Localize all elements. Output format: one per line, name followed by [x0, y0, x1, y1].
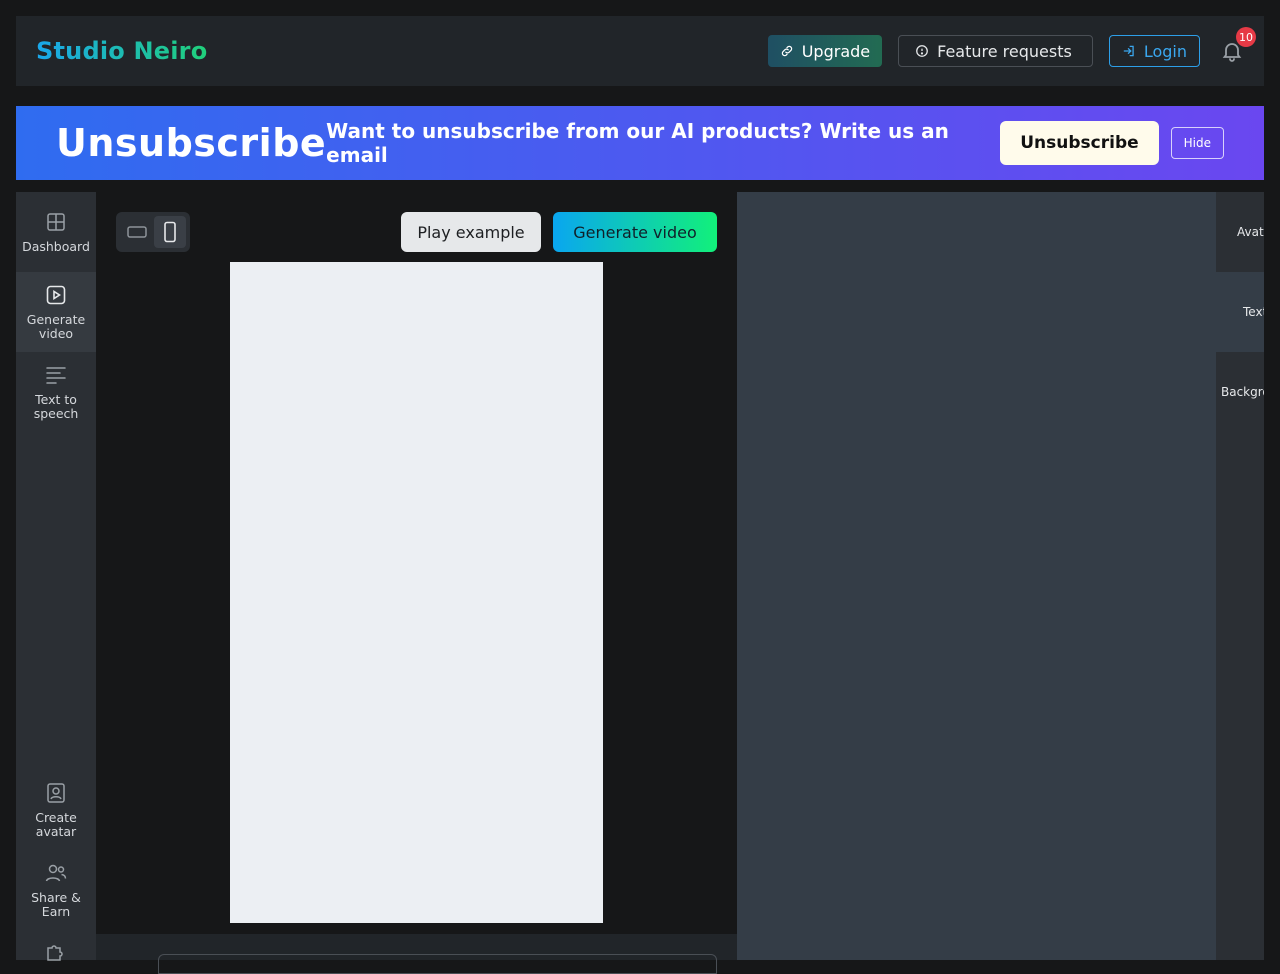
sidebar-item-label: Create avatar [35, 810, 77, 839]
brand-logo[interactable]: Studio Neiro [36, 37, 207, 65]
landscape-icon [126, 226, 147, 238]
play-example-button[interactable]: Play example [401, 212, 541, 252]
sidebar-item-text-to-speech[interactable]: Text to speech [16, 352, 96, 432]
portrait-option[interactable] [153, 216, 186, 248]
banner-text: Want to unsubscribe from our AI products… [326, 119, 949, 167]
upgrade-button[interactable]: Upgrade [767, 35, 883, 67]
play-square-icon [46, 285, 66, 305]
info-circle-icon [916, 45, 929, 57]
sidebar-item-create-avatar[interactable]: Create avatar [16, 770, 96, 850]
dashboard-icon [47, 213, 65, 231]
login-label: Login [1143, 41, 1187, 61]
link-icon [781, 45, 792, 57]
avatar-icon [47, 783, 65, 803]
header-actions: Upgrade Feature requests Login 10 [767, 27, 1256, 67]
sidebar-item-share-earn[interactable]: Share & Earn [16, 850, 96, 930]
tab-label: Avatar [1237, 225, 1264, 239]
sidebar-item-dashboard[interactable]: Dashboard [16, 192, 96, 272]
tab-avatar[interactable]: Avatar [1216, 192, 1264, 272]
sidebar-item-label: Text to speech [33, 392, 79, 421]
tab-text[interactable]: Text [1216, 272, 1264, 352]
top-header: Studio Neiro Upgrade Feature requests Lo… [16, 16, 1264, 86]
left-sidebar: Dashboard Generate video Text to speech … [16, 192, 96, 961]
tab-background[interactable]: Background [1216, 352, 1264, 432]
feature-requests-button[interactable]: Feature requests [898, 35, 1093, 67]
sidebar-item-label: Dashboard [22, 239, 90, 254]
notifications-button[interactable]: 10 [1220, 27, 1256, 63]
sidebar-item-generate-video[interactable]: Generate video [16, 272, 96, 352]
landscape-option[interactable] [121, 216, 153, 248]
unsubscribe-banner: Unsubscribe Want to unsubscribe from our… [16, 106, 1264, 180]
banner-title: Unsubscribe [56, 121, 327, 165]
sidebar-item-extension[interactable] [16, 940, 96, 970]
users-icon [45, 864, 67, 882]
right-tab-bar: Avatar Text Background [1216, 192, 1264, 960]
generate-video-button[interactable]: Generate video [553, 212, 717, 252]
tab-label: Background [1221, 385, 1264, 399]
notification-badge: 10 [1236, 27, 1256, 47]
login-icon [1123, 45, 1134, 57]
sidebar-item-label: Share & Earn [31, 890, 81, 919]
script-input[interactable] [158, 954, 717, 974]
orientation-toggle [116, 212, 190, 252]
text-lines-icon [46, 367, 66, 384]
hide-banner-button[interactable]: Hide [1170, 127, 1224, 159]
login-button[interactable]: Login [1108, 35, 1200, 67]
properties-panel [737, 192, 1216, 960]
editor-canvas-area: Play example Generate video [96, 192, 737, 934]
sidebar-item-label: Generate video [26, 312, 86, 341]
portrait-icon [163, 221, 176, 243]
tab-label: Text [1243, 305, 1264, 319]
unsubscribe-button[interactable]: Unsubscribe [1000, 121, 1159, 165]
upgrade-label: Upgrade [801, 41, 871, 61]
video-preview-canvas[interactable] [230, 262, 603, 923]
feature-requests-label: Feature requests [937, 41, 1072, 61]
puzzle-icon [47, 945, 63, 961]
